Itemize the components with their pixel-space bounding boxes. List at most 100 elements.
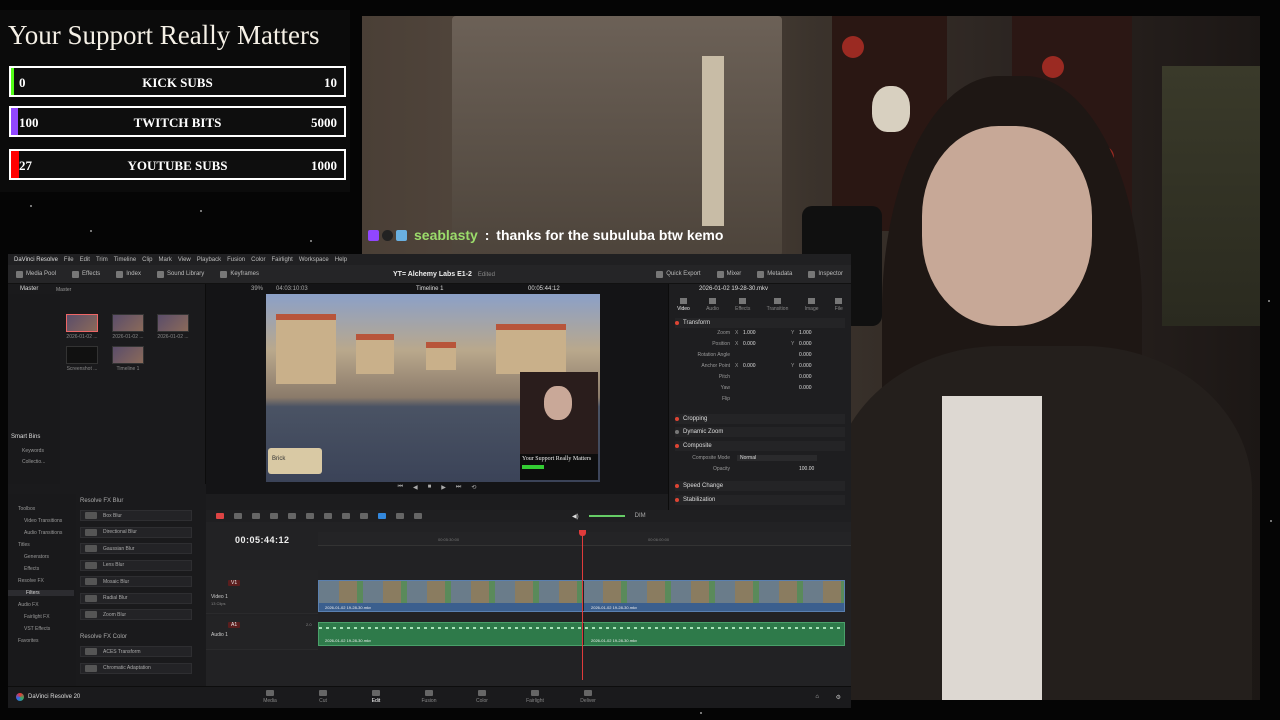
menu-item[interactable]: DaVinci Resolve [14, 257, 58, 263]
linked-selection-icon[interactable] [342, 513, 350, 519]
composite-mode-select[interactable]: Normal [737, 455, 817, 461]
prop-y-value[interactable]: 0.000 [799, 341, 812, 347]
prop-x-value[interactable]: 0.000 [743, 363, 756, 369]
section-transform[interactable]: Transform [675, 318, 845, 328]
inspector-tab[interactable]: Effects [735, 298, 750, 312]
snapping-icon[interactable] [324, 513, 332, 519]
fx-item[interactable]: Mosaic Blur [80, 576, 192, 587]
menu-item[interactable]: File [64, 257, 74, 263]
screenshot-thumbnail[interactable] [66, 346, 98, 364]
inspector-tab[interactable]: File [835, 298, 843, 312]
playhead-handle[interactable] [579, 530, 586, 536]
menu-item[interactable]: Clip [142, 257, 152, 263]
toolbar-button[interactable]: Keyframes [212, 270, 267, 278]
playhead[interactable] [579, 530, 586, 680]
smart-bin-collection[interactable]: Collectio... [22, 459, 45, 465]
toolbar-button[interactable]: Media Pool [8, 270, 64, 278]
menu-item[interactable]: Trim [96, 257, 108, 263]
prop-y-value[interactable]: 0.000 [799, 352, 812, 358]
viewer-zoom[interactable]: 39% [251, 286, 263, 292]
smart-bin-keywords[interactable]: Keywords [22, 448, 44, 454]
prop-y-value[interactable]: 1.000 [799, 330, 812, 336]
bin-master-tab[interactable]: Master [20, 286, 38, 292]
flag-icon[interactable] [378, 513, 386, 519]
fx-tree-item[interactable]: Titles [18, 542, 30, 548]
section-stabilization[interactable]: Stabilization [675, 495, 845, 505]
play-reverse-icon[interactable]: ◀ [413, 484, 418, 491]
clip-thumbnail[interactable] [66, 314, 98, 332]
page-tab-edit[interactable]: Edit [352, 687, 400, 708]
fx-tree-item[interactable]: Video Transitions [24, 518, 62, 524]
volume-slider[interactable] [588, 515, 625, 517]
fx-item[interactable]: Radial Blur [80, 592, 192, 604]
overwrite-clip-icon[interactable] [288, 513, 296, 519]
home-icon[interactable]: ⌂ [815, 694, 819, 700]
clip-thumbnail[interactable] [157, 314, 189, 332]
page-tab-fusion[interactable]: Fusion [409, 690, 449, 704]
fx-tree-item[interactable]: Filters [8, 590, 74, 596]
section-composite[interactable]: Composite [675, 441, 845, 451]
play-icon[interactable]: ▶ [441, 484, 446, 491]
skip-back-icon[interactable]: ⏮ [398, 484, 403, 491]
settings-gear-icon[interactable]: ⚙ [836, 694, 841, 701]
enable-dot-icon[interactable] [675, 430, 679, 434]
toolbar-button[interactable]: Index [108, 270, 149, 278]
fx-tree-item[interactable]: Resolve FX [18, 578, 44, 584]
timeline-thumbnail[interactable] [112, 346, 144, 364]
fx-item[interactable]: Box Blur [80, 510, 192, 521]
prop-y-value[interactable]: 0.000 [799, 363, 812, 369]
fx-item[interactable]: Chromatic Adaptation [80, 662, 192, 674]
insert-clip-icon[interactable] [270, 513, 278, 519]
inspector-tab[interactable]: Image [805, 298, 819, 312]
menu-item[interactable]: View [178, 257, 191, 263]
toolbar-button[interactable]: Sound Library [149, 270, 212, 278]
section-speed-change[interactable]: Speed Change [675, 481, 845, 491]
menu-item[interactable]: Edit [80, 257, 90, 263]
section-cropping[interactable]: Cropping [675, 414, 845, 424]
toolbar-button[interactable]: Inspector [800, 270, 851, 278]
replace-clip-icon[interactable] [306, 513, 314, 519]
fx-tree-item[interactable]: Favorites [18, 638, 39, 644]
page-tab-color[interactable]: Color [462, 690, 502, 704]
page-tab-cut[interactable]: Cut [303, 690, 343, 704]
page-tab-deliver[interactable]: Deliver [568, 690, 608, 704]
page-tab-fairlight[interactable]: Fairlight [515, 690, 555, 704]
blade-tool-icon[interactable] [252, 513, 260, 519]
trim-tool-icon[interactable] [234, 513, 242, 519]
fx-tree-item[interactable]: Toolbox [18, 506, 35, 512]
skip-forward-icon[interactable]: ⏭ [456, 484, 461, 491]
zoom-icon[interactable] [414, 513, 422, 519]
fx-tree-item[interactable]: VST Effects [24, 626, 50, 632]
inspector-tab[interactable]: Video [677, 298, 690, 312]
lock-icon[interactable] [360, 513, 368, 519]
fx-item[interactable]: Lens Blur [80, 559, 192, 571]
fx-item[interactable]: Zoom Blur [80, 609, 192, 620]
inspector-tab[interactable]: Audio [706, 298, 719, 312]
prop-x-value[interactable]: 1.000 [743, 330, 756, 336]
fx-tree-item[interactable]: Fairlight FX [24, 614, 50, 620]
dim-button[interactable]: DIM [635, 513, 646, 519]
enable-dot-icon[interactable] [675, 321, 679, 325]
stop-icon[interactable]: ■ [428, 484, 432, 490]
inspector-tab[interactable]: Transition [767, 298, 788, 312]
menu-item[interactable]: Fusion [227, 257, 245, 263]
fx-tree-item[interactable]: Effects [24, 566, 39, 572]
speaker-icon[interactable]: ◀) [572, 513, 579, 520]
loop-icon[interactable]: ⟲ [471, 484, 476, 491]
toolbar-button[interactable]: Metadata [749, 270, 800, 278]
fx-tree-item[interactable]: Generators [24, 554, 49, 560]
enable-dot-icon[interactable] [675, 498, 679, 502]
menu-item[interactable]: Color [251, 257, 265, 263]
menu-item[interactable]: Help [335, 257, 347, 263]
menu-item[interactable]: Workspace [299, 257, 329, 263]
toolbar-button[interactable]: Quick Export [648, 270, 708, 278]
opacity-value[interactable]: 100.00 [799, 466, 814, 472]
toolbar-button[interactable]: Mixer [709, 270, 750, 278]
menu-item[interactable]: Timeline [114, 257, 136, 263]
enable-dot-icon[interactable] [675, 444, 679, 448]
prop-y-value[interactable]: 0.000 [799, 374, 812, 380]
prop-x-value[interactable]: 0.000 [743, 341, 756, 347]
viewer-screen[interactable]: Brick Your Support Really Matters [266, 294, 600, 482]
toolbar-button[interactable]: Effects [64, 270, 108, 278]
menu-item[interactable]: Playback [197, 257, 221, 263]
